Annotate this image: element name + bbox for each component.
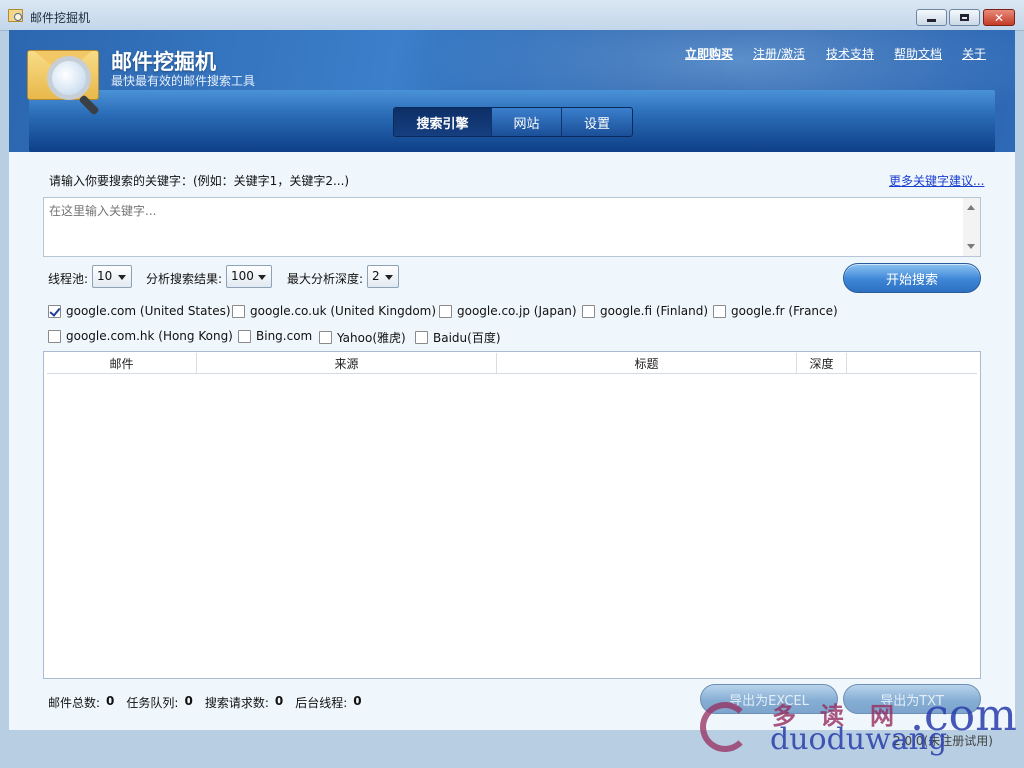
depth-value: 2: [372, 269, 380, 283]
checkbox[interactable]: [439, 304, 452, 318]
engine-baidu[interactable]: Baidu(百度): [415, 329, 501, 346]
about-link[interactable]: 关于: [962, 45, 986, 62]
window-titlebar: 邮件挖掘机 ✕: [0, 0, 1024, 31]
checkbox[interactable]: [238, 329, 251, 343]
engine-yahoo[interactable]: Yahoo(雅虎): [319, 329, 406, 346]
chevron-down-icon: [258, 275, 266, 280]
close-button[interactable]: ✕: [983, 9, 1015, 26]
engine-google-fr[interactable]: google.fr (France): [713, 304, 838, 318]
column-header-depth[interactable]: 深度: [797, 353, 847, 373]
engine-google-fi[interactable]: google.fi (Finland): [582, 304, 708, 318]
register-link[interactable]: 注册/激活: [753, 45, 805, 62]
keyword-scrollbar[interactable]: [963, 198, 980, 256]
engine-google-jp[interactable]: google.co.jp (Japan): [439, 304, 577, 318]
threads-label: 线程池:: [48, 272, 89, 286]
threads-select[interactable]: 10: [92, 265, 132, 288]
total-emails-value: 0: [106, 694, 115, 708]
results-select[interactable]: 100: [226, 265, 272, 288]
minimize-icon: [927, 19, 936, 22]
checkbox[interactable]: [713, 304, 726, 318]
column-header-source[interactable]: 来源: [197, 353, 497, 373]
tab-website[interactable]: 网站: [492, 108, 562, 136]
maximize-icon: [960, 14, 969, 21]
search-requests-label: 搜索请求数:: [204, 696, 269, 710]
support-link[interactable]: 技术支持: [826, 45, 874, 62]
checkbox[interactable]: [582, 304, 595, 318]
scroll-down-icon[interactable]: [967, 244, 975, 249]
total-emails-label: 邮件总数:: [48, 696, 101, 710]
engine-bing[interactable]: Bing.com: [238, 329, 312, 343]
maximize-button[interactable]: [949, 9, 980, 26]
checkbox[interactable]: [415, 331, 428, 344]
status-bar: 邮件总数: 0 任务队列: 0 搜索请求数: 0 后台线程: 0: [48, 694, 374, 711]
engine-google-hk[interactable]: google.com.hk (Hong Kong): [48, 329, 233, 343]
chevron-down-icon: [385, 275, 393, 280]
search-requests-value: 0: [274, 694, 284, 708]
keyword-box: [43, 197, 981, 257]
chevron-down-icon: [118, 275, 126, 280]
task-queue-label: 任务队列:: [126, 696, 179, 710]
tab-settings[interactable]: 设置: [562, 108, 632, 136]
checkbox[interactable]: [232, 304, 245, 318]
results-value: 100: [231, 269, 254, 283]
minimize-button[interactable]: [916, 9, 947, 26]
version-label: 2.0.0(未注册试用): [893, 734, 993, 748]
export-excel-button[interactable]: 导出为EXCEL: [700, 684, 838, 714]
results-table[interactable]: 邮件 来源 标题 深度: [43, 351, 981, 679]
table-header: 邮件 来源 标题 深度: [47, 353, 977, 374]
help-link[interactable]: 帮助文档: [894, 45, 942, 62]
close-icon: ✕: [993, 10, 1005, 25]
background-threads-label: 后台线程:: [295, 696, 348, 710]
app-banner: 邮件挖掘机 最快最有效的邮件搜索工具 立即购买 注册/激活 技术支持 帮助文档 …: [9, 30, 1015, 152]
tab-search-engine[interactable]: 搜索引擎: [394, 108, 492, 136]
logo-mail-search-icon: [27, 44, 105, 116]
checkbox-checked[interactable]: [48, 304, 61, 318]
results-label: 分析搜索结果:: [146, 272, 223, 286]
threads-value: 10: [97, 269, 113, 283]
engine-google-us[interactable]: google.com (United States): [48, 304, 231, 318]
app-main: 邮件挖掘机 最快最有效的邮件搜索工具 立即购买 注册/激活 技术支持 帮助文档 …: [9, 30, 1015, 748]
main-tabs: 搜索引擎 网站 设置: [393, 107, 633, 137]
task-queue-value: 0: [184, 694, 193, 708]
app-mail-icon: [8, 9, 23, 22]
window-title: 邮件挖掘机: [30, 11, 91, 25]
depth-select[interactable]: 2: [367, 265, 399, 288]
depth-label: 最大分析深度:: [287, 272, 364, 286]
column-header-title[interactable]: 标题: [497, 353, 797, 373]
keyword-input[interactable]: [44, 198, 964, 256]
background-threads-value: 0: [353, 694, 362, 708]
keyword-label: 请输入你要搜索的关键字：(例如：关键字1，关键字2...): [49, 174, 350, 188]
column-header-email[interactable]: 邮件: [47, 353, 197, 373]
checkbox[interactable]: [48, 329, 61, 343]
app-tagline: 最快最有效的邮件搜索工具: [111, 74, 256, 88]
buy-now-link[interactable]: 立即购买: [685, 45, 733, 62]
engine-google-uk[interactable]: google.co.uk (United Kingdom): [232, 304, 436, 318]
export-txt-button[interactable]: 导出为TXT: [843, 684, 981, 714]
checkbox[interactable]: [319, 331, 332, 344]
scroll-up-icon[interactable]: [967, 205, 975, 210]
more-keywords-link[interactable]: 更多关键字建议...: [889, 172, 984, 189]
start-search-button[interactable]: 开始搜索: [843, 263, 981, 293]
